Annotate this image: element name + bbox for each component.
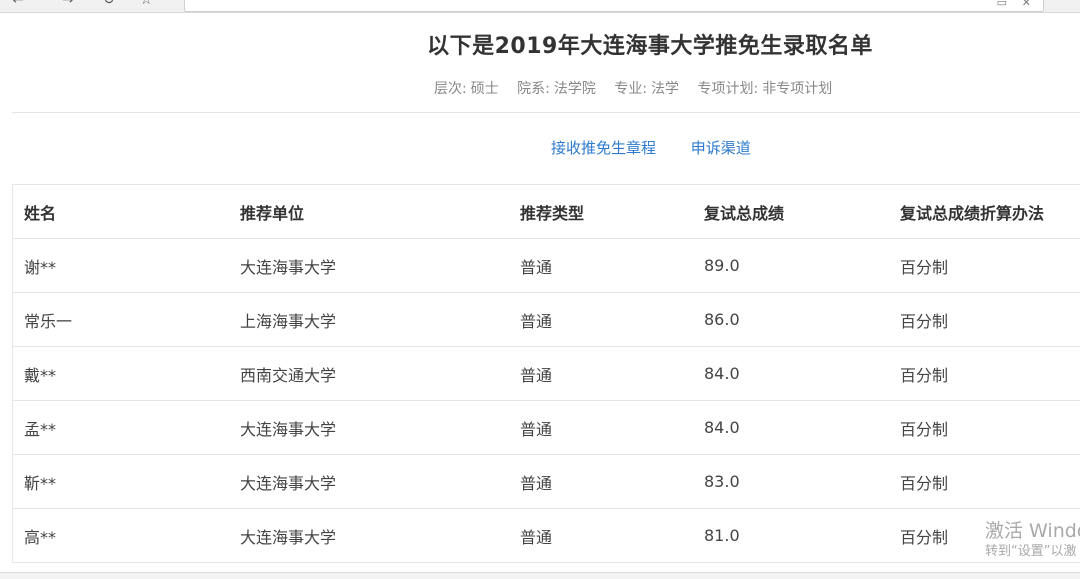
meta-major-value: 法学 xyxy=(651,81,680,97)
browser-toolbar: ← → ↻ ☆ ▭ ✕ xyxy=(0,0,1080,13)
appeal-link[interactable]: 申诉渠道 xyxy=(691,139,751,157)
meta-level-value: 硕士 xyxy=(470,81,499,97)
cell-type: 普通 xyxy=(509,508,693,563)
cell-type: 普通 xyxy=(509,454,693,509)
windows-activation-watermark: 激活 Windo 转到“设置”以激 xyxy=(985,519,1080,561)
cell-score: 89.0 xyxy=(693,238,889,293)
watermark-line-1: 激活 Windo xyxy=(985,520,1080,542)
cell-method: 百分制 xyxy=(889,454,1080,509)
meta-department-value: 法学院 xyxy=(553,81,596,97)
cell-type: 普通 xyxy=(509,238,693,293)
back-icon[interactable]: ← xyxy=(12,0,24,8)
cell-method: 百分制 xyxy=(889,238,1080,293)
meta-plan-label: 专项计划: xyxy=(697,81,759,97)
forward-icon[interactable]: → xyxy=(62,0,74,8)
cell-name: 戴** xyxy=(13,346,229,401)
cell-name: 孟** xyxy=(13,400,229,455)
meta-department: 院系: 法学院 xyxy=(517,81,596,97)
table-row: 常乐一 上海海事大学 普通 86.0 百分制 xyxy=(13,292,1080,347)
table-row: 戴** 西南交通大学 普通 84.0 百分制 xyxy=(13,346,1080,401)
table-header-row: 姓名 推荐单位 推荐类型 复试总成绩 复试总成绩折算办法 xyxy=(13,185,1080,239)
header-type: 推荐类型 xyxy=(509,185,693,239)
cell-type: 普通 xyxy=(509,400,693,455)
meta-plan: 专项计划: 非专项计划 xyxy=(698,81,833,97)
header-name: 姓名 xyxy=(13,185,229,239)
cell-type: 普通 xyxy=(509,346,693,401)
admission-table-container: 姓名 推荐单位 推荐类型 复试总成绩 复试总成绩折算办法 谢** 大连海事大学 … xyxy=(12,184,1080,563)
cell-score: 86.0 xyxy=(693,292,889,347)
cell-school: 大连海事大学 xyxy=(229,400,509,455)
cell-name: 靳** xyxy=(13,454,229,509)
cell-name: 谢** xyxy=(13,238,229,293)
table-row: 高** 大连海事大学 普通 81.0 百分制 xyxy=(13,508,1080,563)
header-divider xyxy=(12,112,1080,113)
meta-major-label: 专业: xyxy=(614,81,648,97)
header-score: 复试总成绩 xyxy=(693,185,889,239)
cell-type: 普通 xyxy=(509,292,693,347)
cell-school: 上海海事大学 xyxy=(229,292,509,347)
bookmark-icon[interactable]: ☆ xyxy=(140,0,153,8)
table-row: 靳** 大连海事大学 普通 83.0 百分制 xyxy=(13,454,1080,509)
cell-method: 百分制 xyxy=(889,346,1080,401)
page-title: 以下是2019年大连海事大学推免生录取名单 xyxy=(427,34,873,59)
cell-score: 84.0 xyxy=(693,346,889,401)
meta-plan-value: 非专项计划 xyxy=(762,81,833,97)
cell-school: 大连海事大学 xyxy=(229,454,509,509)
header-method: 复试总成绩折算办法 xyxy=(889,185,1080,239)
cell-name: 高** xyxy=(13,508,229,563)
table-row: 谢** 大连海事大学 普通 89.0 百分制 xyxy=(13,238,1080,293)
cell-score: 83.0 xyxy=(693,454,889,509)
table-row: 孟** 大连海事大学 普通 84.0 百分制 xyxy=(13,400,1080,455)
cell-score: 81.0 xyxy=(693,508,889,563)
info-links: 接收推免生章程 申诉渠道 xyxy=(551,137,781,158)
cell-school: 大连海事大学 xyxy=(229,238,509,293)
meta-department-label: 院系: xyxy=(517,81,550,97)
cell-school: 西南交通大学 xyxy=(229,346,509,401)
cell-school: 大连海事大学 xyxy=(229,508,509,563)
reader-mode-icon[interactable]: ▭ xyxy=(997,0,1007,9)
watermark-line-2: 转到“设置”以激 xyxy=(985,544,1077,559)
meta-major: 专业: 法学 xyxy=(614,81,679,97)
cell-method: 百分制 xyxy=(889,400,1080,455)
meta-level: 层次: 硕士 xyxy=(434,81,499,97)
close-icon[interactable]: ✕ xyxy=(1022,0,1031,9)
cell-score: 84.0 xyxy=(693,400,889,455)
meta-level-label: 层次: xyxy=(434,81,467,97)
refresh-icon[interactable]: ↻ xyxy=(103,0,115,8)
rules-link[interactable]: 接收推免生章程 xyxy=(551,139,656,157)
header-school: 推荐单位 xyxy=(229,185,509,239)
cell-name: 常乐一 xyxy=(13,292,229,347)
admission-table: 姓名 推荐单位 推荐类型 复试总成绩 复试总成绩折算办法 谢** 大连海事大学 … xyxy=(13,185,1080,563)
address-bar[interactable]: ▭ ✕ xyxy=(184,0,1044,12)
admission-meta: 层次: 硕士 院系: 法学院 专业: 法学 专项计划: 非专项计划 xyxy=(434,78,846,98)
cell-method: 百分制 xyxy=(889,292,1080,347)
